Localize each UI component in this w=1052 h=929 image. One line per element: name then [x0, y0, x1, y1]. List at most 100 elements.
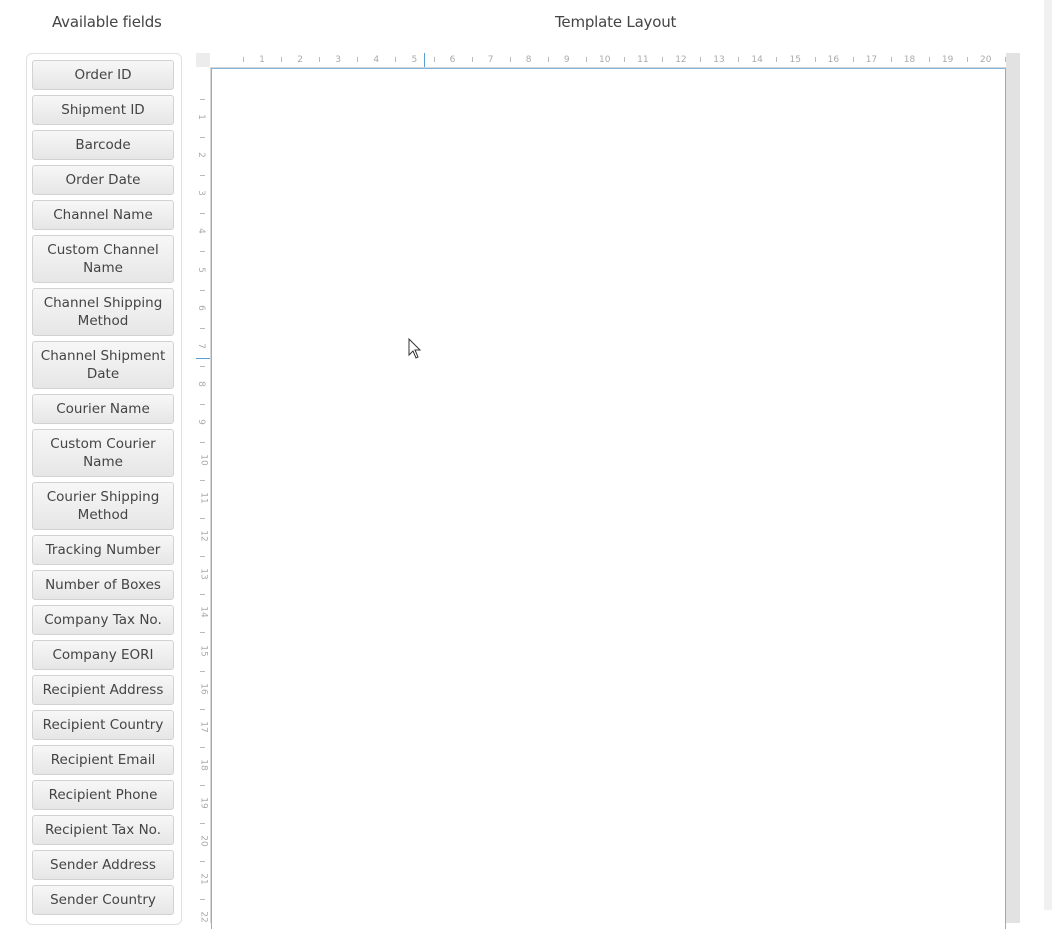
ruler-tick: [357, 57, 359, 62]
ruler-number: 1: [259, 55, 265, 65]
ruler-tick: [395, 57, 397, 62]
ruler-tick: [200, 899, 205, 901]
field-button-sender-address[interactable]: Sender Address: [32, 850, 174, 880]
ruler-number: 18: [198, 759, 209, 771]
field-button-company-tax-no[interactable]: Company Tax No.: [32, 605, 174, 635]
ruler-tick: [200, 99, 205, 101]
ruler-number: 22: [198, 911, 209, 923]
field-button-custom-channel-name[interactable]: Custom Channel Name: [32, 235, 174, 283]
ruler-tick: [433, 57, 435, 62]
ruler-tick: [200, 213, 205, 215]
ruler-number: 19: [198, 797, 209, 809]
field-button-custom-courier-name[interactable]: Custom Courier Name: [32, 429, 174, 477]
ruler-number: 5: [196, 266, 206, 273]
ruler-number: 3: [335, 55, 342, 65]
field-button-recipient-country[interactable]: Recipient Country: [32, 710, 174, 740]
ruler-tick: [200, 327, 205, 329]
ruler-number: 14: [751, 55, 763, 65]
mouse-cursor-icon: [408, 338, 422, 359]
ruler-tick: [200, 861, 205, 863]
field-button-number-of-boxes[interactable]: Number of Boxes: [32, 570, 174, 600]
ruler-number: 21: [198, 873, 209, 885]
template-layout-canvas: 1 2 3 4 5 6 7 8 9 10 11 12 13 14 15 16 17 18 19 20 12345678…: [196, 53, 1020, 929]
field-button-channel-shipment-date[interactable]: Channel Shipment Date: [32, 341, 174, 389]
ruler-tick: [200, 708, 205, 710]
ruler-number: 10: [198, 454, 209, 466]
field-button-order-date[interactable]: Order Date: [32, 165, 174, 195]
field-button-channel-shipping-method[interactable]: Channel Shipping Method: [32, 288, 174, 336]
ruler-tick: [200, 594, 205, 596]
ruler-tick: [585, 57, 587, 62]
ruler-tick: [1005, 57, 1006, 62]
ruler-number: 6: [449, 55, 456, 65]
ruler-tick: [200, 670, 205, 672]
ruler-tick: [200, 175, 205, 177]
ruler-number: 18: [903, 55, 916, 65]
field-button-company-eori[interactable]: Company EORI: [32, 640, 174, 670]
ruler-number: 12: [198, 530, 209, 542]
ruler-tick: [200, 251, 205, 253]
ruler-tick: [852, 57, 854, 62]
ruler-number: 12: [675, 55, 687, 65]
ruler-number: 13: [713, 55, 725, 65]
ruler-number: 15: [789, 55, 801, 65]
ruler-tick: [200, 137, 205, 139]
ruler-tick: [200, 746, 205, 748]
ruler-tick: [662, 57, 664, 62]
field-button-recipient-tax-no[interactable]: Recipient Tax No.: [32, 815, 174, 845]
ruler-number: 4: [373, 55, 380, 65]
ruler-number: 10: [599, 55, 611, 65]
ruler-number: 7: [487, 55, 494, 65]
field-button-recipient-address[interactable]: Recipient Address: [32, 675, 174, 705]
ruler-number: 3: [196, 190, 206, 197]
ruler-number: 4: [196, 228, 206, 235]
ruler-cursor-marker: [424, 53, 425, 67]
ruler-tick: [928, 57, 930, 62]
ruler-number: 2: [297, 55, 303, 65]
ruler-tick: [200, 403, 205, 405]
ruler-number: 2: [196, 152, 206, 159]
ruler-tick: [319, 57, 321, 62]
ruler-number: 7: [196, 342, 206, 349]
ruler-number: 17: [865, 55, 878, 65]
field-button-barcode[interactable]: Barcode: [32, 130, 174, 160]
field-button-tracking-number[interactable]: Tracking Number: [32, 535, 174, 565]
field-button-channel-name[interactable]: Channel Name: [32, 200, 174, 230]
ruler-tick: [776, 57, 778, 62]
ruler-tick: [243, 57, 245, 62]
ruler-number: 1: [196, 114, 206, 120]
ruler-tick: [200, 632, 205, 634]
ruler-number: 9: [196, 419, 206, 425]
ruler-number: 9: [563, 55, 570, 65]
field-button-courier-name[interactable]: Courier Name: [32, 394, 174, 424]
ruler-tick: [200, 289, 205, 291]
field-button-order-id[interactable]: Order ID: [32, 60, 174, 90]
vertical-ruler: 1 2 3 4 5 6 7 8 9 10 11 12 13 14 15 16 17 18 19 20 21 22: [196, 67, 211, 923]
ruler-tick: [200, 822, 205, 824]
ruler-number: 8: [196, 380, 206, 387]
ruler-tick: [966, 57, 968, 62]
ruler-tick: [200, 441, 205, 443]
field-button-courier-shipping-method[interactable]: Courier Shipping Method: [32, 482, 174, 530]
ruler-number: 5: [411, 55, 418, 65]
field-button-shipment-id[interactable]: Shipment ID: [32, 95, 174, 125]
available-fields-heading: Available fields: [52, 13, 162, 31]
ruler-number: 11: [198, 492, 209, 504]
field-button-recipient-phone[interactable]: Recipient Phone: [32, 780, 174, 810]
ruler-tick: [624, 57, 626, 62]
page-scrollbar[interactable]: [1044, 0, 1052, 910]
ruler-number: 13: [198, 568, 209, 581]
ruler-corner: [196, 53, 210, 67]
ruler-number: 8: [525, 55, 532, 65]
field-button-recipient-email[interactable]: Recipient Email: [32, 745, 174, 775]
ruler-tick: [200, 480, 205, 482]
ruler-tick: [200, 365, 205, 367]
ruler-tick: [700, 57, 702, 62]
ruler-tick: [814, 57, 816, 62]
field-list: Order ID Shipment ID Barcode Order Date Chan…: [32, 60, 174, 920]
field-button-sender-country[interactable]: Sender Country: [32, 885, 174, 915]
ruler-tick: [471, 57, 473, 62]
horizontal-ruler: 1 2 3 4 5 6 7 8 9 10 11 12 13 14 15 16 17 18 19 20: [210, 53, 1006, 68]
template-page[interactable]: [211, 68, 1006, 929]
ruler-number: 20: [198, 835, 209, 847]
